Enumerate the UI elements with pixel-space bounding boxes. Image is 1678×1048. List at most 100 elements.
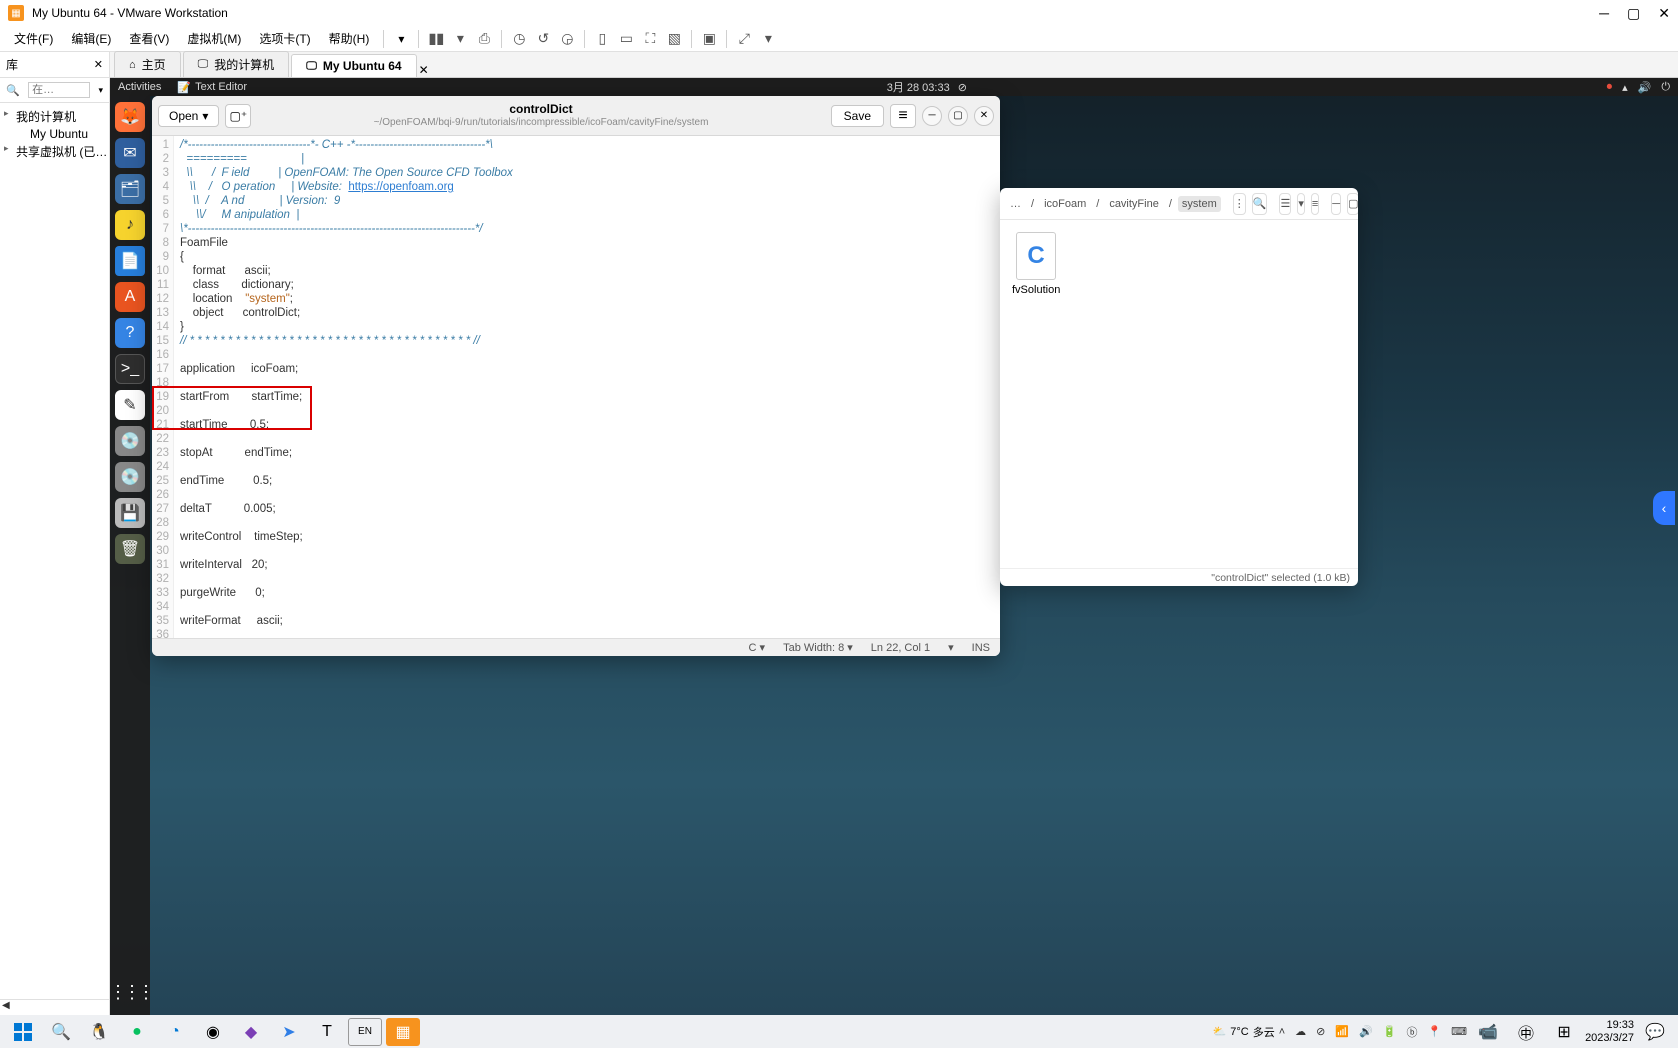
- tabwidth-selector[interactable]: Tab Width: 8 ▾: [783, 641, 853, 654]
- battery-icon[interactable]: 🔋: [1383, 1025, 1397, 1038]
- start-button[interactable]: [6, 1018, 40, 1046]
- dock-help-icon[interactable]: ?: [115, 318, 145, 348]
- quickswitch-icon[interactable]: ▣: [698, 28, 720, 50]
- tab-mypc[interactable]: 🖵 我的计算机: [183, 51, 290, 77]
- weather-widget[interactable]: ⛅ 7°C 多云: [1213, 1024, 1275, 1040]
- app-indicator[interactable]: 📝 Text Editor: [177, 81, 247, 94]
- vm-screen[interactable]: Activities 📝 Text Editor 3月 28 03:33 ⊘ ⏺…: [110, 78, 1678, 1015]
- widgets-chevron-icon[interactable]: ‹: [1653, 491, 1675, 525]
- security-icon[interactable]: ⊘: [1316, 1025, 1325, 1038]
- gedit-maximize-button[interactable]: ▢: [948, 106, 968, 126]
- maximize-button[interactable]: ▢: [1627, 5, 1640, 22]
- gedit-minimize-button[interactable]: ─: [922, 106, 942, 126]
- dock-editor-icon[interactable]: ✎: [115, 390, 145, 420]
- nautilus-minimize-button[interactable]: ─: [1331, 193, 1341, 215]
- close-panel-icon[interactable]: ✕: [94, 58, 103, 71]
- search-input[interactable]: [28, 82, 90, 98]
- file-fvsolution[interactable]: C fvSolution: [1012, 232, 1060, 296]
- dock-files-icon[interactable]: 🗂: [115, 174, 145, 204]
- vmware-taskbar-icon[interactable]: ▦: [386, 1018, 420, 1046]
- new-tab-button[interactable]: ▢⁺: [225, 104, 251, 128]
- layout1-icon[interactable]: ▯: [591, 28, 613, 50]
- dock-appgrid-icon[interactable]: ⋮⋮⋮: [115, 977, 145, 1007]
- search-button[interactable]: 🔍: [44, 1018, 78, 1046]
- bluetooth-icon[interactable]: ⓑ: [1406, 1024, 1417, 1040]
- overwrite-dropdown[interactable]: ▾: [948, 641, 954, 654]
- dock-office-icon[interactable]: 📄: [115, 246, 145, 276]
- crumb-icofoam[interactable]: icoFoam: [1040, 196, 1090, 212]
- play-dropdown-icon[interactable]: ▾: [449, 28, 471, 50]
- app-blue-icon[interactable]: ➤: [272, 1018, 306, 1046]
- view-list-button[interactable]: ☰: [1279, 193, 1291, 215]
- nautilus-body[interactable]: C fvSolution: [1000, 220, 1358, 568]
- menu-view[interactable]: 查看(V): [121, 28, 177, 49]
- tree-root[interactable]: 我的计算机: [2, 107, 107, 126]
- gedit-editor[interactable]: 1 2 3 4 5 6 7 8 9 10 11 12 13 14 15 16 1…: [152, 136, 1000, 638]
- dock-firefox-icon[interactable]: 🦊: [115, 102, 145, 132]
- location-icon[interactable]: 📍: [1427, 1025, 1441, 1038]
- search-button[interactable]: 🔍: [1252, 193, 1268, 215]
- dock-disk2-icon[interactable]: 💿: [115, 462, 145, 492]
- nautilus-maximize-button[interactable]: ▢: [1347, 193, 1358, 215]
- close-tab-icon[interactable]: ✕: [419, 63, 429, 77]
- notifications-icon[interactable]: 💬: [1638, 1018, 1672, 1046]
- dock-usb-icon[interactable]: 💾: [115, 498, 145, 528]
- ime-indicator[interactable]: EN: [348, 1018, 382, 1046]
- view-dropdown-button[interactable]: ▾: [1297, 193, 1305, 215]
- tree-ubuntu[interactable]: My Ubuntu: [2, 126, 107, 142]
- tree-shared[interactable]: 共享虚拟机 (已…: [2, 142, 107, 161]
- ins-mode[interactable]: INS: [972, 642, 990, 654]
- activities-button[interactable]: Activities: [118, 81, 161, 93]
- lang-selector[interactable]: C ▾: [749, 641, 766, 654]
- stretch-icon[interactable]: ⤢: [733, 28, 755, 50]
- ubuntu-clock[interactable]: 3月 28 03:33: [887, 79, 950, 95]
- minimize-button[interactable]: ─: [1599, 5, 1609, 22]
- network-icon[interactable]: ▴: [1622, 81, 1628, 94]
- menu-tabs[interactable]: 选项卡(T): [251, 28, 318, 49]
- menu-edit[interactable]: 编辑(E): [63, 28, 119, 49]
- tray-chevron-icon[interactable]: ˄: [1279, 1026, 1285, 1038]
- dock-software-icon[interactable]: A: [115, 282, 145, 312]
- do-not-disturb-icon[interactable]: ⊘: [958, 81, 967, 94]
- openfoam-link[interactable]: https://openfoam.org: [348, 181, 453, 193]
- wechat-icon[interactable]: ●: [120, 1018, 154, 1046]
- menu-file[interactable]: 文件(F): [6, 28, 61, 49]
- tab-home[interactable]: ⌂ 主页: [114, 51, 181, 77]
- dock-trash-icon[interactable]: 🗑: [115, 534, 145, 564]
- send-ctrlaltdel-icon[interactable]: ⎙: [473, 28, 495, 50]
- keyboard-icon[interactable]: ⌨: [1451, 1025, 1467, 1038]
- dock-terminal-icon[interactable]: >_: [115, 354, 145, 384]
- sound-icon[interactable]: 🔊: [1359, 1025, 1373, 1038]
- dock-rhythmbox-icon[interactable]: ♪: [115, 210, 145, 240]
- app-purple-icon[interactable]: ◆: [234, 1018, 268, 1046]
- revert-icon[interactable]: ↺: [532, 28, 554, 50]
- unity-icon[interactable]: ▧: [663, 28, 685, 50]
- menu-open-dropdown[interactable]: ▾: [390, 30, 412, 48]
- save-button[interactable]: Save: [831, 105, 884, 127]
- edge-icon[interactable]: ◔: [158, 1018, 192, 1046]
- ime-lang-icon[interactable]: ㊥: [1509, 1018, 1543, 1046]
- pause-icon[interactable]: ▮▮: [425, 28, 447, 50]
- tablet-mode-icon[interactable]: ⊞: [1547, 1018, 1581, 1046]
- menu-vm[interactable]: 虚拟机(M): [179, 28, 249, 49]
- tab-ubuntu[interactable]: 🖵 My Ubuntu 64: [291, 54, 416, 77]
- scroll-left-icon[interactable]: ◀: [2, 1000, 10, 1015]
- menu-help[interactable]: 帮助(H): [321, 28, 378, 49]
- taskbar-clock[interactable]: 19:33 2023/3/27: [1585, 1019, 1634, 1045]
- chrome-icon[interactable]: ◉: [196, 1018, 230, 1046]
- search-dropdown-icon[interactable]: ▾: [98, 85, 103, 96]
- dock-thunderbird-icon[interactable]: ✉: [115, 138, 145, 168]
- layout2-icon[interactable]: ▭: [615, 28, 637, 50]
- record-icon[interactable]: ⏺: [1607, 81, 1613, 94]
- dock-disk1-icon[interactable]: 💿: [115, 426, 145, 456]
- snapshot-mgr-icon[interactable]: ◶: [556, 28, 578, 50]
- crumb-system[interactable]: system: [1178, 196, 1221, 212]
- qq-icon[interactable]: 🐧: [82, 1018, 116, 1046]
- text-app-icon[interactable]: T: [310, 1018, 344, 1046]
- path-menu-button[interactable]: ⋮: [1233, 193, 1246, 215]
- crumb-ellipsis[interactable]: …: [1006, 196, 1025, 212]
- hamburger-button[interactable]: ≡: [1311, 193, 1319, 215]
- wifi-icon[interactable]: 📶: [1335, 1025, 1349, 1038]
- snapshot-icon[interactable]: ◷: [508, 28, 530, 50]
- meet-now-icon[interactable]: 📹: [1471, 1018, 1505, 1046]
